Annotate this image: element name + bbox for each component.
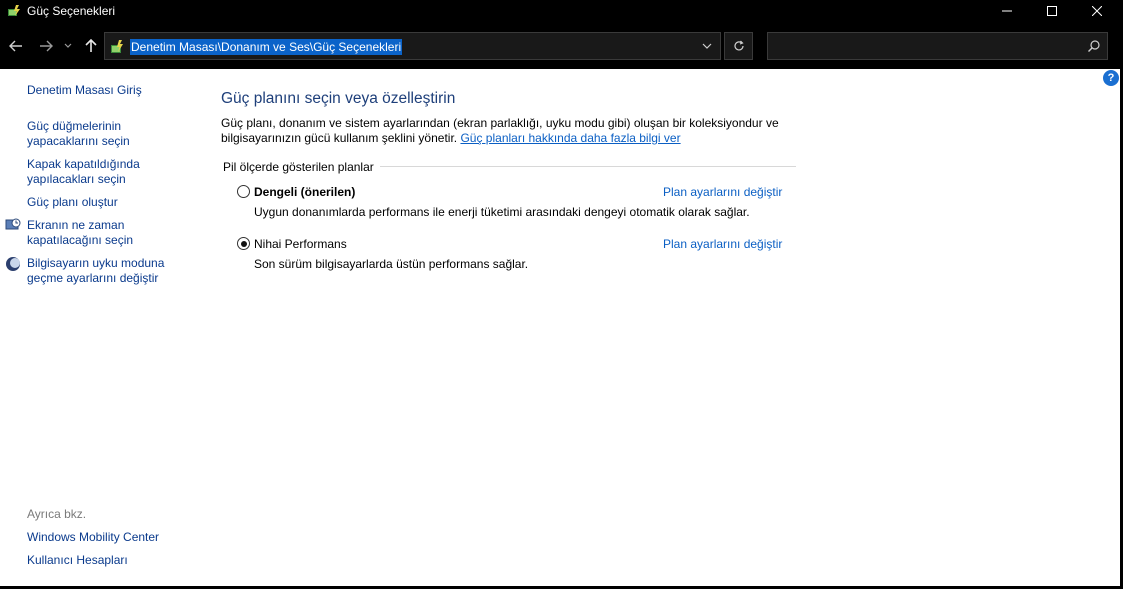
chevron-down-icon [702,43,711,49]
display-clock-icon [5,218,21,230]
recent-locations-button[interactable] [62,36,74,56]
up-button[interactable] [82,36,100,56]
title-bar: Güç Seçenekleri [0,0,1123,22]
maximize-icon [1047,6,1057,16]
plan-ultimate-settings-link[interactable]: Plan ayarlarını değiştir [663,237,782,251]
close-icon [1092,6,1102,16]
plan-ultimate-radio[interactable] [237,237,250,250]
plan-balanced-settings-link[interactable]: Plan ayarlarını değiştir [663,185,782,199]
forward-button[interactable] [37,36,55,56]
address-bar[interactable]: Denetim Masası\Donanım ve Ses\Güç Seçene… [104,32,721,60]
sidebar-item-sleep-settings[interactable]: Bilgisayarın uyku moduna geçme ayarların… [27,256,177,286]
plan-ultimate-name[interactable]: Nihai Performans [254,237,347,251]
sidebar-item-power-buttons[interactable]: Güç düğmelerinin yapacaklarını seçin [27,119,157,149]
address-path[interactable]: Denetim Masası\Donanım ve Ses\Güç Seçene… [130,39,403,55]
see-also-mobility-center[interactable]: Windows Mobility Center [27,530,187,545]
sidebar-item-display-off[interactable]: Ekranın ne zaman kapatılacağını seçin [27,218,157,248]
close-button[interactable] [1074,0,1120,22]
chevron-down-icon [64,43,72,48]
control-panel-icon [111,40,123,53]
window-title: Güç Seçenekleri [27,4,116,18]
plan-ultimate-description: Son sürüm bilgisayarlarda üstün performa… [254,257,529,271]
search-input[interactable] [767,32,1108,60]
maximize-button[interactable] [1029,0,1075,22]
learn-more-link[interactable]: Güç planları hakkında daha fazla bilgi v… [460,131,680,145]
arrow-right-icon [40,40,53,52]
refresh-button[interactable] [724,32,753,60]
navigation-bar: Denetim Masası\Donanım ve Ses\Güç Seçene… [0,22,1123,69]
help-icon[interactable]: ? [1103,70,1119,86]
arrow-up-icon [85,39,97,52]
address-dropdown-button[interactable] [692,32,721,60]
content-area: ? Denetim Masası Giriş Güç düğmelerinin … [0,69,1120,586]
minimize-icon [1002,10,1012,12]
sidebar-item-create-plan[interactable]: Güç planı oluştur [27,195,187,210]
see-also-label: Ayrıca bkz. [27,507,87,521]
page-description: Güç planı, donanım ve sistem ayarlarında… [221,116,801,146]
plan-balanced-description: Uygun donanımlarda performans ile enerji… [254,205,750,219]
minimize-button[interactable] [984,0,1030,22]
sidebar-home-link[interactable]: Denetim Masası Giriş [27,83,187,98]
search-icon [1088,40,1100,52]
back-button[interactable] [7,36,25,56]
plan-balanced-name[interactable]: Dengeli (önerilen) [254,185,355,199]
group-divider [380,166,796,167]
see-also-user-accounts[interactable]: Kullanıcı Hesapları [27,553,187,568]
page-title: Güç planını seçin veya özelleştirin [221,90,456,107]
sleep-moon-icon [6,257,20,271]
plan-balanced-radio[interactable] [237,185,250,198]
refresh-icon [733,40,744,51]
sidebar-item-lid-close[interactable]: Kapak kapatıldığında yapılacakları seçin [27,157,157,187]
plans-group-label: Pil ölçerde gösterilen planlar [223,160,380,174]
arrow-left-icon [9,40,22,52]
power-options-icon [8,5,20,16]
